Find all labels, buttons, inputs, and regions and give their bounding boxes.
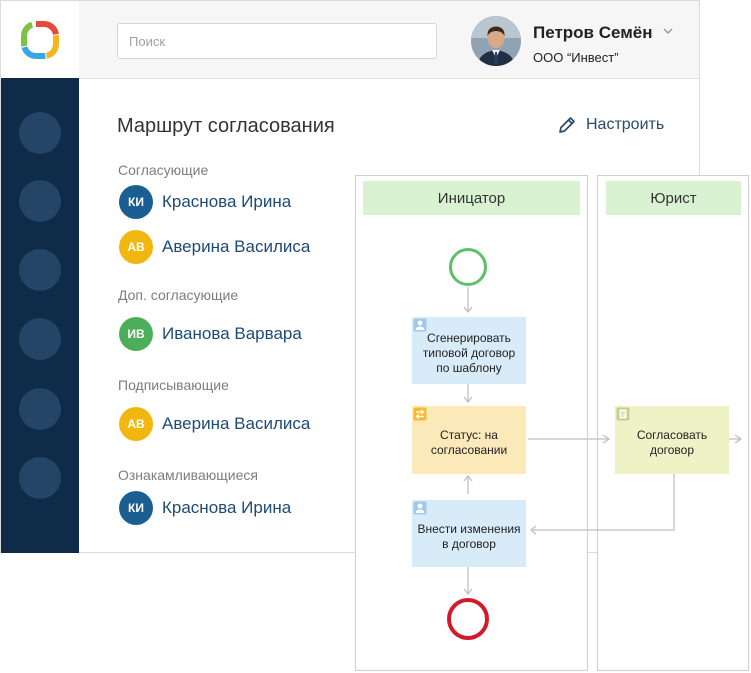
lane-title-initiator: Иницатор (363, 181, 580, 215)
logo-area (1, 1, 79, 78)
user-task-icon (413, 318, 427, 332)
task-label: Статус: на согласовании (430, 428, 508, 457)
person-item[interactable]: АВ Аверина Василиса (119, 407, 310, 441)
task-edit-contract[interactable]: Внести изменения в договор (412, 500, 526, 567)
task-label: Внести изменения в договор (417, 521, 521, 551)
app-logo-icon[interactable] (18, 18, 62, 62)
initials-badge: ИВ (119, 317, 153, 351)
initials-badge: АВ (119, 407, 153, 441)
section-label-viewers: Ознакамливающиеся (118, 467, 258, 483)
pencil-icon (559, 117, 575, 133)
initials-badge: КИ (119, 185, 153, 219)
person-item[interactable]: ИВ Иванова Варвара (119, 317, 302, 351)
initials-badge: КИ (119, 491, 153, 525)
sidebar-item-6[interactable] (19, 457, 61, 499)
section-label-signers: Подписывающие (118, 377, 229, 393)
sidebar-item-3[interactable] (19, 249, 61, 291)
sidebar-item-4[interactable] (19, 318, 61, 360)
configure-label: Настроить (586, 116, 665, 133)
initials-badge: АВ (119, 230, 153, 264)
sidebar-item-1[interactable] (19, 112, 61, 154)
user-task-icon (413, 501, 427, 515)
user-name[interactable]: Петров Семён (533, 23, 653, 43)
configure-button[interactable]: Настроить (557, 114, 664, 136)
page-title: Маршрут согласования (117, 115, 335, 137)
task-approve-contract[interactable]: Согласовать договор (615, 406, 729, 474)
user-avatar[interactable] (471, 16, 521, 66)
person-item[interactable]: АВ Аверина Василиса (119, 230, 310, 264)
person-name: Краснова Ирина (162, 498, 292, 517)
avatar-photo-icon (471, 16, 521, 66)
end-event[interactable] (447, 598, 489, 640)
person-item[interactable]: КИ Краснова Ирина (119, 491, 291, 525)
sidebar (1, 78, 79, 553)
lane-title-lawyer: Юрист (606, 181, 741, 215)
task-status[interactable]: Статус: на согласовании (412, 406, 526, 474)
person-item[interactable]: КИ Краснова Ирина (119, 185, 291, 219)
user-organization: ООО “Инвест” (533, 50, 619, 65)
search-input[interactable] (117, 23, 437, 59)
person-name: Аверина Василиса (162, 414, 311, 433)
section-label-approvers: Согласующие (118, 162, 209, 178)
document-task-icon (616, 407, 630, 421)
section-label-extra-approvers: Доп. согласующие (118, 287, 239, 303)
status-task-icon (413, 407, 427, 421)
sidebar-item-5[interactable] (19, 388, 61, 430)
start-event[interactable] (449, 248, 487, 286)
person-name: Иванова Варвара (162, 324, 302, 343)
sidebar-item-2[interactable] (19, 180, 61, 222)
app-window: Петров Семён ООО “Инвест” Маршрут соглас… (0, 0, 700, 553)
person-name: Аверина Василиса (162, 237, 311, 256)
chevron-down-icon[interactable] (661, 24, 675, 38)
person-name: Краснова Ирина (162, 192, 292, 211)
task-generate-contract[interactable]: Сгенерировать типовой договор по шаблону (412, 317, 526, 384)
top-bar: Петров Семён ООО “Инвест” (1, 1, 699, 79)
task-label: Согласовать договор (636, 428, 708, 457)
task-label: Сгенерировать типовой договор по шаблону (422, 331, 516, 375)
